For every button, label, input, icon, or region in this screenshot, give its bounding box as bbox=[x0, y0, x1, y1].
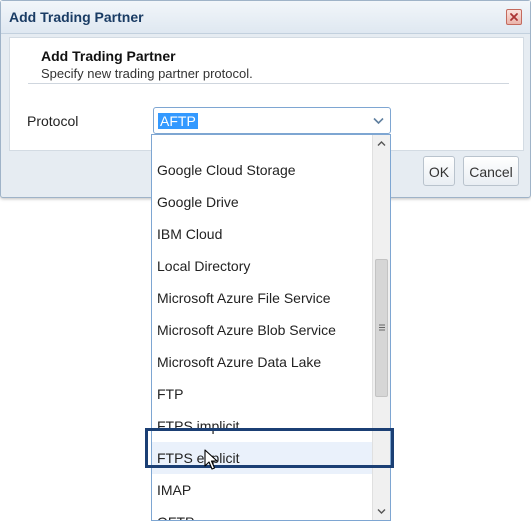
chevron-down-icon[interactable] bbox=[373, 117, 384, 125]
dropdown-item[interactable]: IBM Cloud bbox=[152, 218, 374, 250]
dialog-titlebar[interactable]: Add Trading Partner bbox=[1, 1, 530, 34]
protocol-select-value: AFTP bbox=[158, 113, 198, 129]
dropdown-item[interactable]: Local Directory bbox=[152, 250, 374, 282]
cancel-button[interactable]: Cancel bbox=[463, 156, 519, 186]
header-title: Add Trading Partner bbox=[41, 48, 176, 64]
dropdown-item-partial[interactable] bbox=[152, 135, 374, 154]
protocol-label: Protocol bbox=[27, 113, 79, 129]
dropdown-item[interactable]: OFTP bbox=[152, 506, 374, 520]
header-subtitle: Specify new trading partner protocol. bbox=[41, 66, 253, 81]
scroll-up-icon[interactable] bbox=[374, 136, 389, 151]
dropdown-item[interactable]: Google Cloud Storage bbox=[152, 154, 374, 186]
header-divider bbox=[28, 83, 509, 84]
dropdown-item[interactable]: Google Drive bbox=[152, 186, 374, 218]
dropdown-item[interactable]: FTP bbox=[152, 378, 374, 410]
highlight-annotation-box bbox=[145, 428, 394, 468]
close-icon[interactable] bbox=[506, 9, 522, 25]
mouse-cursor-icon bbox=[204, 449, 218, 470]
dialog-title: Add Trading Partner bbox=[9, 9, 144, 25]
ok-button[interactable]: OK bbox=[423, 156, 455, 186]
protocol-select[interactable]: AFTP bbox=[153, 107, 391, 134]
scroll-down-icon[interactable] bbox=[374, 504, 389, 519]
dropdown-item[interactable]: Microsoft Azure File Service bbox=[152, 282, 374, 314]
dropdown-item[interactable]: Microsoft Azure Data Lake bbox=[152, 346, 374, 378]
scrollbar-thumb[interactable] bbox=[375, 259, 388, 397]
grip-icon bbox=[379, 324, 385, 331]
dropdown-item[interactable]: Microsoft Azure Blob Service bbox=[152, 314, 374, 346]
dropdown-item[interactable]: IMAP bbox=[152, 474, 374, 506]
